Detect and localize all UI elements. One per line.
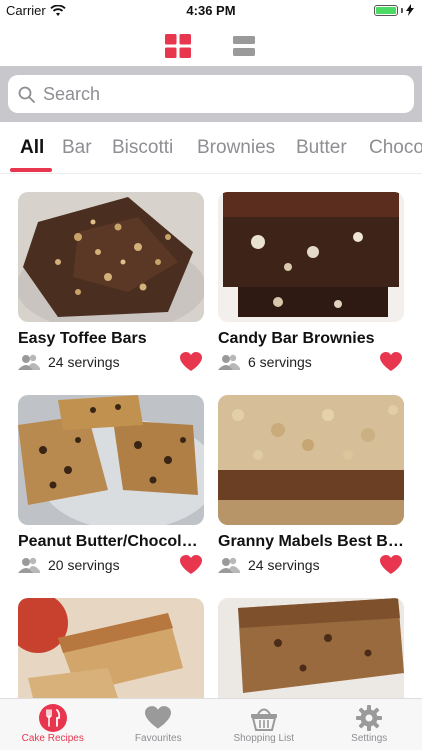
brownie-photo [218,192,404,322]
recipe-image[interactable] [18,598,204,698]
servings-label: 6 servings [248,354,312,370]
bottom-tab-bar: Cake Recipes Favourites Shopping List Se… [0,698,422,750]
heart-icon [145,706,172,729]
recipe-image[interactable] [218,395,404,525]
tab-label: Cake Recipes [21,733,84,744]
recipe-title: Candy Bar Brownies [218,330,375,347]
charging-bolt-icon [406,4,414,16]
tab-label: Settings [351,733,388,744]
recipe-card[interactable]: Easy Toffee Bars 24 servings [18,192,204,372]
fork-knife-icon [38,704,67,732]
recipe-image[interactable] [218,598,404,698]
gear-icon [356,705,383,731]
people-icon [218,557,240,573]
tab-label: Favourites [134,733,182,744]
favourite-heart-icon[interactable] [180,352,202,372]
search-bar [0,66,422,122]
recipe-meta: 6 servings [218,352,404,372]
tab-shopping-list[interactable]: Shopping List [211,699,317,750]
recipe-card[interactable] [218,598,404,698]
search-input[interactable] [43,83,373,105]
list-view-button[interactable] [231,34,257,58]
cinnamon-bar-photo [18,598,204,698]
tab-settings[interactable]: Settings [317,699,422,750]
servings-label: 20 servings [48,557,120,573]
recipe-title: Granny Mabels Best B… [218,533,404,550]
search-icon [18,86,35,103]
tab-cake-recipes[interactable]: Cake Recipes [0,699,106,750]
people-icon [18,354,40,370]
category-tab-butter[interactable]: Butter [296,137,347,159]
crumble-bar-photo [218,395,404,525]
list-icon [233,36,255,56]
recipe-card[interactable]: Granny Mabels Best B… 24 servings [218,395,404,575]
category-tab-bar[interactable]: Bar [62,137,92,159]
category-tab-all[interactable]: All [20,137,44,159]
status-bar: Carrier 4:36 PM [0,0,422,22]
clock: 4:36 PM [186,3,236,18]
recipe-meta: 24 servings [18,352,204,372]
view-toggle [0,24,422,68]
recipe-title: Peanut Butter/Chocol… [18,533,198,550]
active-tab-indicator [10,168,52,172]
favourite-heart-icon[interactable] [180,555,202,575]
battery-icon [374,4,414,16]
people-icon [18,557,40,573]
recipe-image[interactable] [18,192,204,322]
category-tab-biscotti[interactable]: Biscotti [112,137,173,159]
recipe-card[interactable] [18,598,204,698]
recipe-image[interactable] [218,192,404,322]
search-field-container[interactable] [8,75,414,113]
tab-favourites[interactable]: Favourites [106,699,212,750]
servings-label: 24 servings [48,354,120,370]
toffee-bar-photo [18,192,204,322]
favourite-heart-icon[interactable] [380,352,402,372]
peanut-butter-bar-photo [18,395,204,525]
grid-view-button[interactable] [165,34,191,58]
recipe-image[interactable] [18,395,204,525]
favourite-heart-icon[interactable] [380,555,402,575]
category-tab-brownies[interactable]: Brownies [197,137,275,159]
recipe-meta: 20 servings [18,555,204,575]
recipe-card[interactable]: Peanut Butter/Chocol… 20 servings [18,395,204,575]
people-icon [218,354,240,370]
category-tabs: All Bar Biscotti Brownies Butter Choco [0,122,422,174]
category-tab-chocolate[interactable]: Choco [369,137,422,159]
recipe-meta: 24 servings [218,555,404,575]
tab-label: Shopping List [233,733,295,744]
servings-label: 24 servings [248,557,320,573]
grid-icon [165,34,191,58]
oat-bar-photo [218,598,404,698]
recipe-title: Easy Toffee Bars [18,330,147,347]
basket-icon [250,708,277,731]
recipe-card[interactable]: Candy Bar Brownies 6 servings [218,192,404,372]
